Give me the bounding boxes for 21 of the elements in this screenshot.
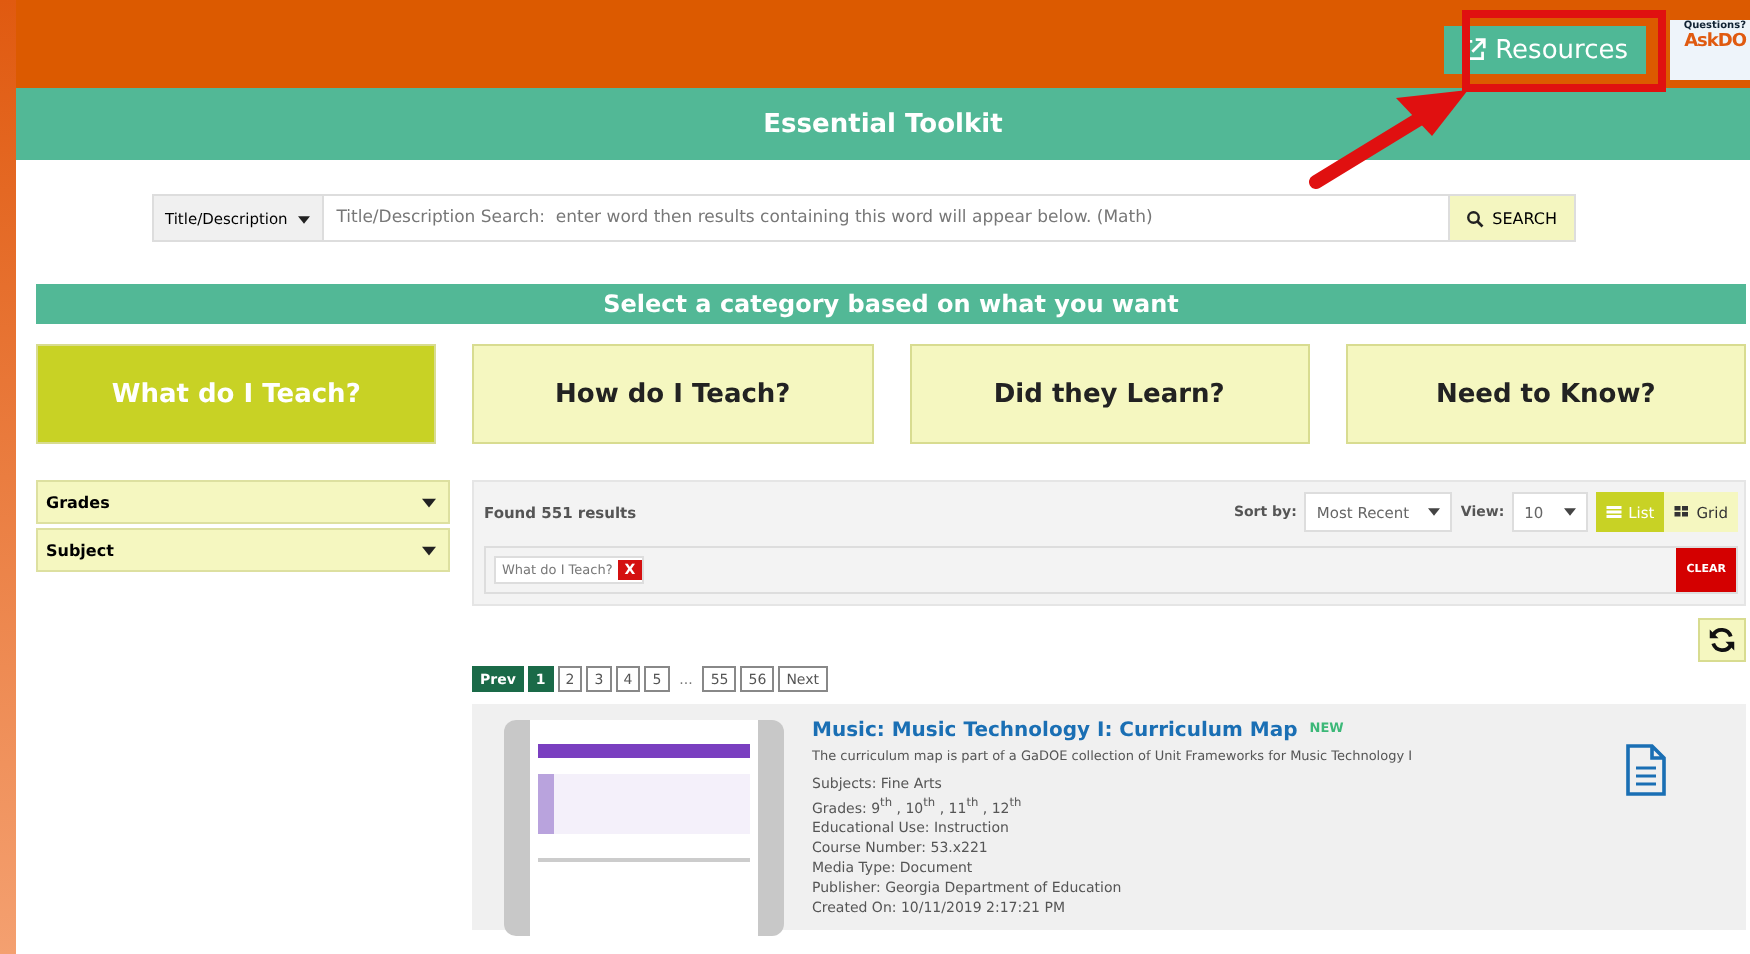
page-title: Essential Toolkit [763, 109, 1003, 139]
list-icon [1606, 506, 1623, 518]
result-title-link[interactable]: Music: Music Technology I: Curriculum Map [812, 720, 1298, 742]
category-heading: Select a category based on what you want [603, 290, 1179, 318]
category-tile[interactable]: Did they Learn? [909, 344, 1310, 444]
refresh-button[interactable] [1698, 618, 1746, 662]
search-button[interactable]: SEARCH [1448, 196, 1573, 240]
document-icon [1626, 744, 1666, 796]
grid-icon [1674, 506, 1691, 518]
caret-icon [422, 497, 436, 507]
caret-icon [298, 215, 311, 223]
filter-dropdown[interactable]: Subject [36, 528, 450, 572]
filter-dropdown[interactable]: Grades [36, 480, 450, 524]
caret-icon [1564, 508, 1577, 516]
refresh-icon [1708, 626, 1736, 654]
category-tile[interactable]: Need to Know? [1345, 344, 1746, 444]
caret-icon [422, 545, 436, 555]
category-tile[interactable]: How do I Teach? [472, 344, 873, 444]
document-thumbnail-drawing[interactable] [504, 720, 784, 936]
caret-icon [1428, 508, 1441, 516]
search-icon [1466, 209, 1485, 227]
